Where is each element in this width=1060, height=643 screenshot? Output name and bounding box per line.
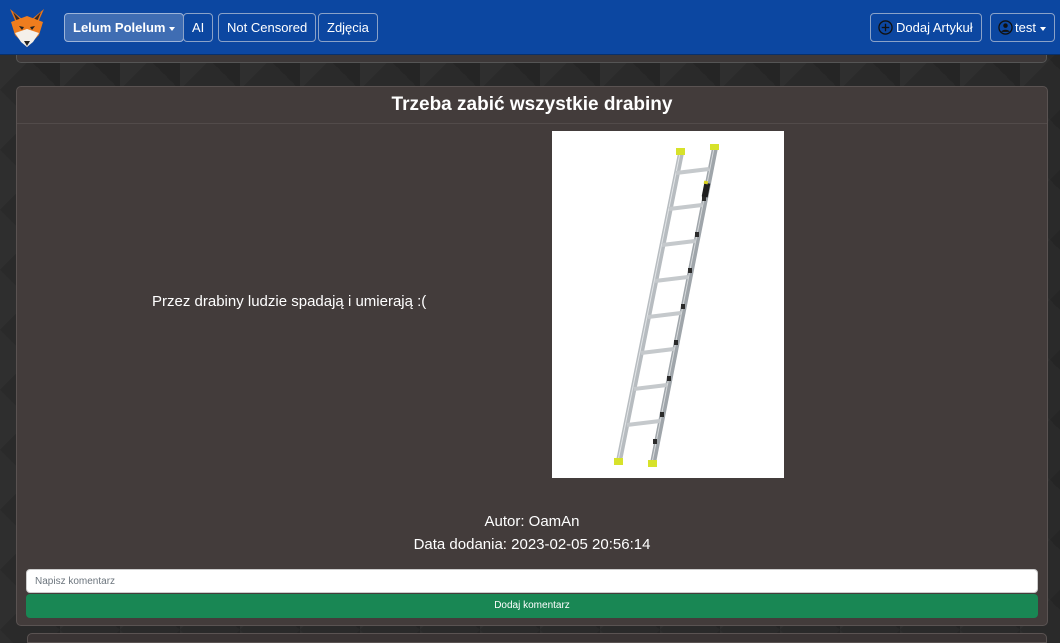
ladder-image [614, 144, 719, 467]
nav-item-label: Lelum Polelum [73, 20, 166, 35]
article-author: Autor: OamAn [484, 513, 580, 530]
user-circle-icon [998, 20, 1013, 35]
fox-logo-icon[interactable] [8, 7, 46, 49]
article-title: Trzeba zabić wszystkie drabiny [17, 87, 1047, 124]
comment-input[interactable] [26, 569, 1038, 593]
article-date: Data dodania: 2023-02-05 20:56:14 [413, 536, 651, 553]
nav-item-zdjecia[interactable]: Zdjęcia [318, 13, 378, 42]
nav-item-not-censored[interactable]: Not Censored [218, 13, 317, 42]
nav-item-ai[interactable]: AI [183, 13, 214, 42]
caret-down-icon [1039, 26, 1046, 31]
user-name: test [1015, 20, 1036, 35]
plus-circle-icon [878, 20, 893, 35]
add-article-label: Dodaj Artykuł [896, 20, 973, 35]
article-body: Przez drabiny ludzie spadają i umierają … [152, 293, 427, 310]
nav-dropdown-lelum-polelum[interactable]: Lelum Polelum [64, 13, 185, 42]
nav-item-label: Not Censored [227, 20, 308, 35]
nav-item-label: AI [192, 20, 205, 35]
next-card-top [27, 633, 1047, 643]
add-article-button[interactable]: Dodaj Artykuł [870, 13, 982, 42]
article-card: Trzeba zabić wszystkie drabiny Przez dra… [16, 86, 1048, 626]
nav-item-label: Zdjęcia [327, 20, 369, 35]
previous-card-bottom [16, 55, 1047, 63]
article-image [552, 131, 784, 478]
caret-down-icon [169, 26, 176, 31]
top-navbar: Lelum Polelum AI Not Censored Zdjęcia Do… [0, 0, 1060, 55]
user-menu-button[interactable]: test [990, 13, 1055, 42]
add-comment-button[interactable]: Dodaj komentarz [26, 594, 1038, 618]
